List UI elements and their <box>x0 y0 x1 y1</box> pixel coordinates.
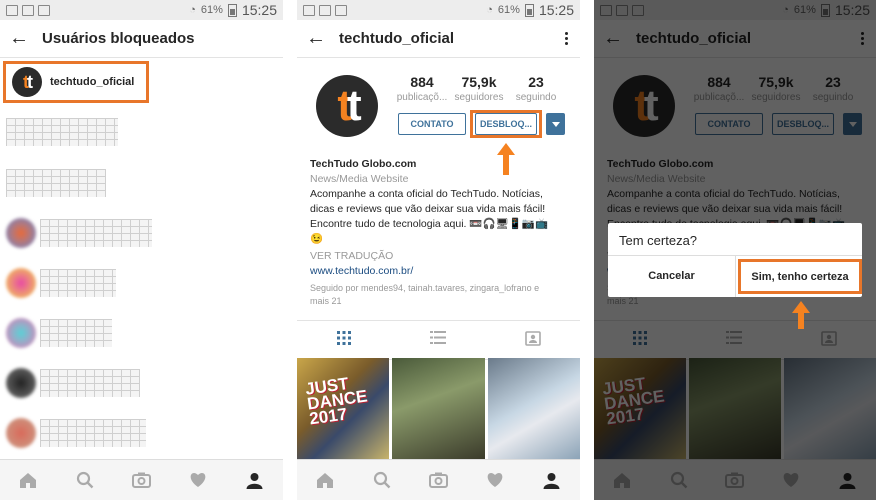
heart-icon[interactable] <box>485 470 505 490</box>
back-arrow-icon[interactable]: ← <box>301 27 331 50</box>
battery-icon <box>524 3 534 17</box>
profile-name: TechTudo Globo.com <box>310 158 417 170</box>
bottom-nav <box>297 459 580 500</box>
battery-percent: 61% <box>497 4 520 16</box>
blurred-user <box>40 219 152 247</box>
battery-percent: 61% <box>200 4 223 16</box>
search-icon[interactable] <box>372 470 392 490</box>
avatar: tt <box>12 67 42 97</box>
list-item[interactable] <box>6 112 118 152</box>
stat-posts[interactable]: 884publicaçõ... <box>394 74 450 103</box>
profile-screen: ◔ 61% 15:25 ← techtudo_oficial tt 884 pub… <box>297 0 580 500</box>
grid-icon[interactable] <box>336 330 351 350</box>
photo-thumbnail[interactable]: JUST DANCE 2017 <box>297 358 390 460</box>
blurred-user <box>40 419 146 447</box>
contact-button[interactable]: CONTATO <box>398 113 466 135</box>
sync-notif-icon <box>22 4 34 16</box>
blurred-avatar <box>6 318 36 348</box>
blocked-users-screen: ◔ 61% 15:25 ← Usuários bloqueados tt tec… <box>0 0 283 500</box>
list-item[interactable] <box>6 413 146 453</box>
tagged-icon[interactable] <box>524 330 541 351</box>
profile-stats: 884publicaçõ... 75,9kseguidores 23seguin… <box>394 74 564 103</box>
gallery-notif-icon <box>6 4 18 16</box>
home-icon[interactable] <box>18 470 38 490</box>
blurred-user <box>40 269 116 297</box>
blurred-user <box>40 319 112 347</box>
image-notif-icon <box>38 4 50 16</box>
image-notif-icon <box>335 4 347 16</box>
camera-icon[interactable] <box>131 470 151 490</box>
wifi-icon: ◔ <box>189 4 196 16</box>
list-item[interactable] <box>6 213 152 253</box>
blurred-user <box>6 118 118 146</box>
profile-category: News/Media Website <box>310 173 409 185</box>
search-icon[interactable] <box>75 470 95 490</box>
photo-thumbnail[interactable] <box>392 358 485 460</box>
header: ← techtudo_oficial <box>297 20 580 58</box>
battery-icon <box>227 3 237 17</box>
blocked-user-row-highlighted[interactable]: tt techtudo_oficial <box>3 61 149 103</box>
profile-bio: TechTudo Globo.com News/Media Website Ac… <box>310 157 570 308</box>
bio-line: Acompanhe a conta oficial do TechTudo. N… <box>310 188 543 200</box>
more-options-icon[interactable] <box>565 31 568 46</box>
blurred-avatar <box>6 368 36 398</box>
home-icon[interactable] <box>315 470 335 490</box>
pointer-arrow-stem <box>798 313 804 329</box>
divider <box>735 255 736 297</box>
pointer-arrow-icon <box>792 301 810 313</box>
list-item[interactable] <box>6 363 140 403</box>
status-bar: ◔ 61% 15:25 <box>297 0 580 20</box>
blurred-avatar <box>6 218 36 248</box>
followed-by[interactable]: Seguido por mendes94, tainah.tavares, zi… <box>310 282 570 308</box>
heart-icon[interactable] <box>188 470 208 490</box>
pointer-arrow-icon <box>497 143 515 155</box>
page-title: Usuários bloqueados <box>42 30 195 47</box>
profile-tabs <box>297 320 580 360</box>
bottom-nav <box>0 459 283 500</box>
bio-line: 😉 <box>310 233 324 245</box>
back-arrow-icon[interactable]: ← <box>4 27 34 50</box>
blurred-avatar <box>6 268 36 298</box>
profile-username: techtudo_oficial <box>339 30 455 47</box>
cancel-button[interactable]: Cancelar <box>608 255 735 297</box>
website-link[interactable]: www.techtudo.com.br/ <box>310 264 570 279</box>
profile-icon[interactable] <box>542 470 562 490</box>
sync-notif-icon <box>319 4 331 16</box>
list-item[interactable] <box>6 263 116 303</box>
list-item[interactable] <box>6 313 112 353</box>
blurred-user <box>40 369 140 397</box>
camera-icon[interactable] <box>428 470 448 490</box>
username: techtudo_oficial <box>50 76 135 88</box>
stat-followers[interactable]: 75,9kseguidores <box>451 74 507 103</box>
confirm-unblock-screen: ◔ 61% 15:25 ← techtudo_oficial tt 884pub… <box>594 0 876 500</box>
bio-line: Encontre tudo de tecnologia aqui. 📼🎧🖥📱📷📺 <box>310 218 549 230</box>
dropdown-arrow-icon[interactable] <box>546 113 565 135</box>
dialog-title: Tem certeza? <box>619 233 698 248</box>
photo-grid: JUST DANCE 2017 <box>297 358 580 460</box>
list-icon[interactable] <box>429 331 446 349</box>
profile-icon[interactable] <box>245 470 265 490</box>
wifi-icon: ◔ <box>486 4 493 16</box>
stat-following[interactable]: 23seguindo <box>508 74 564 103</box>
confirm-unblock-button[interactable]: Sim, tenho certeza <box>738 259 862 294</box>
blurred-user <box>6 169 106 197</box>
confirm-dialog: Tem certeza? Cancelar Sim, tenho certeza <box>608 223 862 297</box>
bio-line: dicas e reviews que vão deixar sua vida … <box>310 203 546 215</box>
highlight-box <box>470 110 542 138</box>
clock: 15:25 <box>241 2 277 18</box>
photo-thumbnail[interactable] <box>487 358 580 460</box>
header: ← Usuários bloqueados <box>0 20 283 58</box>
see-translation-link[interactable]: VER TRADUÇÃO <box>310 249 570 264</box>
blurred-avatar <box>6 418 36 448</box>
status-bar: ◔ 61% 15:25 <box>0 0 283 20</box>
gallery-notif-icon <box>303 4 315 16</box>
list-item[interactable] <box>6 163 106 203</box>
profile-avatar: tt <box>316 75 378 137</box>
clock: 15:25 <box>538 2 574 18</box>
